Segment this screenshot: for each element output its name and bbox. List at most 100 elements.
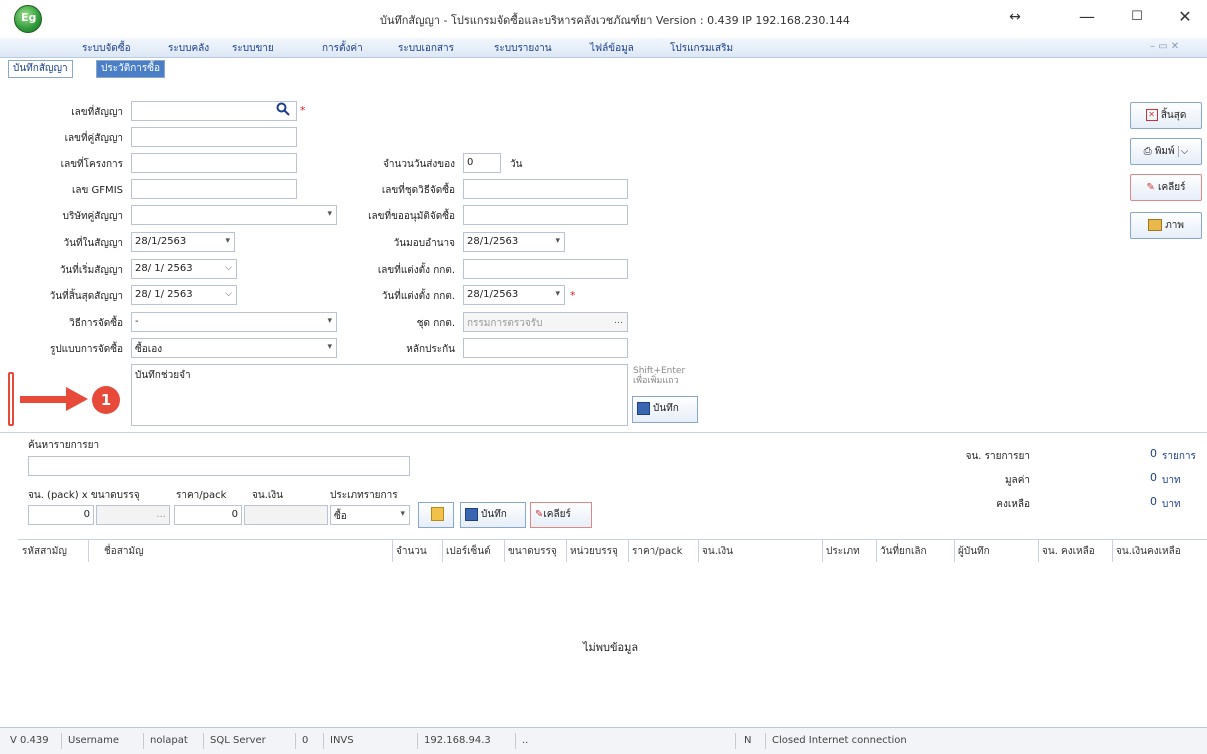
company-select[interactable]: ▾ xyxy=(131,205,337,225)
guarantee-label: หลักประกัน xyxy=(406,344,455,355)
summary-remain-unit: บาท xyxy=(1162,499,1181,510)
item-note-button[interactable] xyxy=(418,502,454,528)
minimize-button[interactable]: — xyxy=(1072,6,1102,28)
amount-label: จน.เงิน xyxy=(252,490,284,501)
project-no-input[interactable] xyxy=(131,153,297,173)
summary-items-unit: รายการ xyxy=(1162,451,1196,462)
close-form-button[interactable]: ✕ สิ้นสุด xyxy=(1130,102,1202,129)
committee-no-label: เลขที่แต่งตั้ง กกต. xyxy=(377,265,455,276)
col-qty-remaining[interactable]: จน. คงเหลือ xyxy=(1042,544,1095,559)
app-logo-icon[interactable]: Eg xyxy=(14,5,42,33)
menu-bar: ระบบจัดซื้อ ระบบคลัง ระบบขาย การตั้งค่า … xyxy=(0,38,1207,58)
menu-purchase[interactable]: ระบบจัดซื้อ xyxy=(82,41,131,56)
memo-textarea[interactable]: บันทึกช่วยจำ xyxy=(131,364,628,426)
procure-no-input[interactable] xyxy=(463,179,628,199)
menu-inventory[interactable]: ระบบคลัง xyxy=(168,41,209,56)
guarantee-input[interactable] xyxy=(463,338,628,358)
table-body[interactable]: ไม่พบข้อมูล xyxy=(18,562,1207,726)
delivery-days-input[interactable]: 0 xyxy=(463,153,501,173)
title-bar: Eg บันทึกสัญญา - โปรแกรมจัดซื้อและบริหาร… xyxy=(0,0,1207,36)
summary-value-unit: บาท xyxy=(1162,475,1181,486)
project-no-label: เลขที่โครงการ xyxy=(60,159,123,170)
drug-search-input[interactable] xyxy=(28,456,410,476)
menu-documents[interactable]: ระบบเอกสาร xyxy=(398,41,454,56)
col-cancel-date[interactable]: วันที่ยกเลิก xyxy=(880,544,927,559)
col-recorder[interactable]: ผู้บันทึก xyxy=(958,544,990,559)
col-quantity[interactable]: จำนวน xyxy=(396,544,427,559)
item-save-button[interactable]: บันทึก xyxy=(460,502,526,528)
item-clear-button[interactable]: ✎เคลียร์ xyxy=(530,502,592,528)
tab-contract[interactable]: บันทึกสัญญา xyxy=(8,60,73,78)
committee-set-input[interactable]: กรรมการตรวจรับ… xyxy=(463,312,628,332)
status-server-ip: 192.168.94.3 xyxy=(420,733,516,749)
print-button[interactable]: ⎙ พิมพ์ ⌵ xyxy=(1130,138,1202,165)
committee-no-input[interactable] xyxy=(463,259,628,279)
col-price-pack[interactable]: ราคา/pack xyxy=(632,544,682,559)
col-amount-remaining[interactable]: จน.เงินคงเหลือ xyxy=(1116,544,1181,559)
menu-reports[interactable]: ระบบรายงาน xyxy=(494,41,552,56)
committee-date-picker[interactable]: 28/1/2563 ▾ xyxy=(463,285,565,305)
resize-icon[interactable]: ↔ xyxy=(1000,6,1030,28)
procure-no-label: เลขที่ชุดวิธีจัดซื้อ xyxy=(381,185,455,196)
status-module: INVS xyxy=(326,733,418,749)
empty-table-message: ไม่พบข้อมูล xyxy=(583,641,639,654)
end-date-picker[interactable]: 28/ 1/ 2563 ⌵ xyxy=(131,285,237,305)
search-icon[interactable] xyxy=(276,102,290,120)
delivery-days-label: จำนวนวันส่งของ xyxy=(383,159,455,170)
tab-row: บันทึกสัญญา ประวัติการซื้อ xyxy=(0,58,1207,91)
col-generic-name[interactable]: ชื่อสามัญ xyxy=(104,544,144,559)
type-select[interactable]: ซื้อ ▾ xyxy=(330,505,410,525)
gfmis-input[interactable] xyxy=(131,179,297,199)
save-icon xyxy=(637,401,650,415)
clear-button[interactable]: ✎ เคลียร์ xyxy=(1130,174,1202,201)
start-date-picker[interactable]: 28/ 1/ 2563 ⌵ xyxy=(131,259,237,279)
close-button[interactable]: ✕ xyxy=(1170,6,1200,28)
contract-date-picker[interactable]: 28/1/2563 ▾ xyxy=(131,232,235,252)
section-divider xyxy=(0,432,1207,433)
format-select[interactable]: ซื้อเอง ▾ xyxy=(131,338,337,358)
col-percent[interactable]: เปอร์เซ็นต์ xyxy=(446,544,491,559)
committee-set-label: ชุด กกต. xyxy=(416,318,455,329)
annotation-arrow-icon xyxy=(20,387,88,411)
company-label: บริษัทคู่สัญญา xyxy=(62,211,123,222)
format-label: รูปแบบการจัดซื้อ xyxy=(49,344,123,355)
menu-settings[interactable]: การตั้งค่า xyxy=(322,41,363,56)
menu-sales[interactable]: ระบบขาย xyxy=(232,41,274,56)
chevron-down-icon[interactable]: ⌵ xyxy=(1177,146,1189,157)
method-select[interactable]: - ▾ xyxy=(131,312,337,332)
image-button[interactable]: ภาพ xyxy=(1130,212,1202,239)
end-date-label: วันที่สิ้นสุดสัญญา xyxy=(49,291,123,302)
shift-enter-hint: Shift+Enter เพื่อเพิ่มแถว xyxy=(633,366,686,386)
committee-date-label: วันที่แต่งตั้ง กกต. xyxy=(381,291,455,302)
menu-addons[interactable]: โปรแกรมเสริม xyxy=(670,41,733,56)
delivery-days-unit: วัน xyxy=(510,159,523,170)
status-connection: Closed Internet connection xyxy=(772,735,907,746)
col-pack-size[interactable]: ขนาดบรรจุ xyxy=(508,544,557,559)
maximize-button[interactable]: ☐ xyxy=(1122,6,1152,28)
qty-input[interactable]: 0 xyxy=(28,505,94,525)
summary-items-value: 0 xyxy=(1150,447,1157,460)
price-input[interactable]: 0 xyxy=(174,505,242,525)
save-icon xyxy=(465,507,478,521)
price-label: ราคา/pack xyxy=(176,490,227,501)
col-pack-unit[interactable]: หน่วยบรรจุ xyxy=(570,544,618,559)
method-label: วิธีการจัดซื้อ xyxy=(69,318,123,329)
tab-purchase-history[interactable]: ประวัติการซื้อ xyxy=(96,60,166,78)
memo-save-button[interactable]: บันทึก xyxy=(632,396,698,423)
pack-size-input[interactable]: ... xyxy=(96,505,170,525)
approve-no-label: เลขที่ขออนุมัติจัดซื้อ xyxy=(368,211,455,222)
mdi-window-controls[interactable]: – ▭ ✕ xyxy=(1150,41,1179,52)
type-label: ประเภทรายการ xyxy=(330,490,398,501)
summary-remain-value: 0 xyxy=(1150,495,1157,508)
col-type[interactable]: ประเภท xyxy=(826,544,860,559)
col-amount[interactable]: จน.เงิน xyxy=(702,544,733,559)
approve-date-picker[interactable]: 28/1/2563 ▾ xyxy=(463,232,565,252)
contract-no-input[interactable] xyxy=(131,101,297,121)
contract-no-label: เลขที่สัญญา xyxy=(71,107,123,118)
approve-no-input[interactable] xyxy=(463,205,628,225)
pair-contract-input[interactable] xyxy=(131,127,297,147)
status-mode: N xyxy=(740,733,766,749)
menu-data-files[interactable]: ไฟล์ข้อมูล xyxy=(590,41,634,56)
col-generic-code[interactable]: รหัสสามัญ xyxy=(22,544,67,559)
amount-input xyxy=(244,505,328,525)
